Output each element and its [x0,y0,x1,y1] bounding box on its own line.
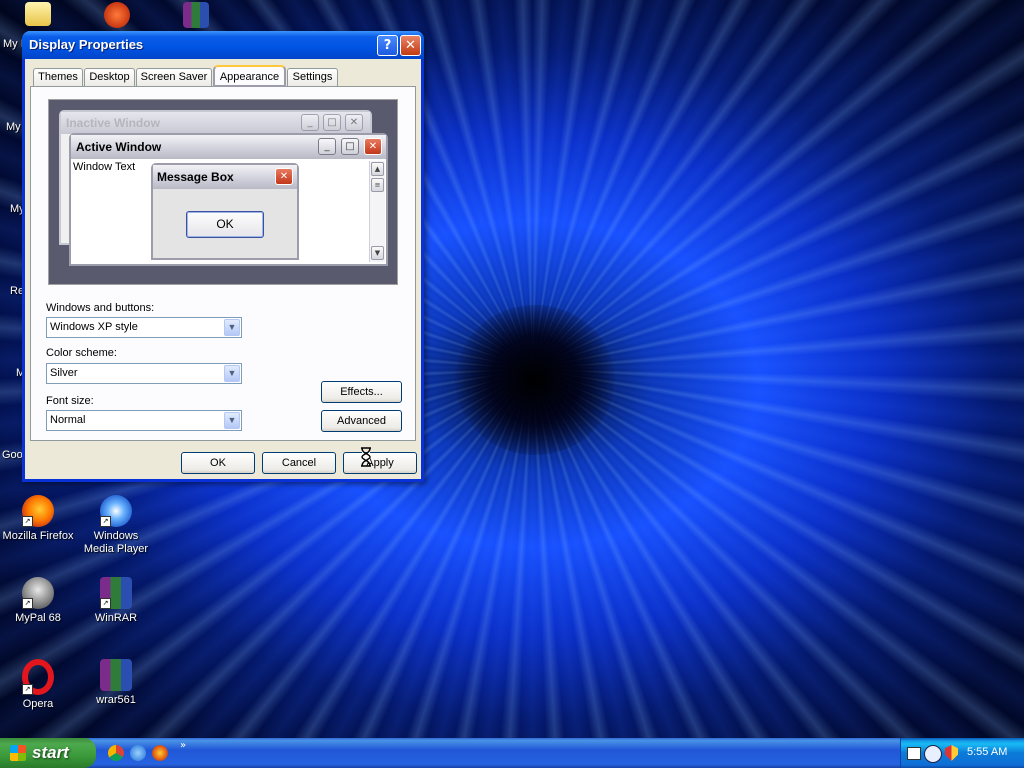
firefox-quicklaunch-icon[interactable] [152,745,168,761]
internet-explorer-icon[interactable] [130,745,146,761]
chevron-down-icon[interactable]: ▼ [224,412,240,429]
quicklaunch-more-icon[interactable]: » [180,740,186,751]
preview-ok-button: OK [186,211,264,238]
app-icon [104,2,130,28]
desktop-icon-winrar[interactable]: ↗ WinRAR [78,577,154,625]
desktop-icon-label: wrar561 [96,694,136,706]
ok-button[interactable]: OK [181,452,255,474]
shortcut-arrow-icon: ↗ [22,684,33,695]
tab-appearance[interactable]: Appearance [213,65,286,87]
dialog-titlebar[interactable]: Display Properties ? ✕ [22,31,424,59]
cancel-button[interactable]: Cancel [262,452,336,474]
close-icon: ✕ [345,114,363,131]
desktop-icon-label: WinRAR [94,612,138,624]
desktop-icon-label-partial[interactable]: My I [3,38,24,50]
preview-message-box: Message Box ✕ OK [151,163,299,260]
desktop-icon-mypal[interactable]: ↗ MyPal 68 [0,577,76,625]
tab-desktop[interactable]: Desktop [84,68,135,86]
my-documents-icon[interactable] [0,2,76,29]
color-scheme-select[interactable]: Silver ▼ [46,363,242,384]
start-label: start [32,743,69,762]
close-icon: ✕ [275,168,293,185]
windows-buttons-value: Windows XP style [50,321,138,333]
dialog-title: Display Properties [29,37,144,52]
desktop-icon-wrar561[interactable]: wrar561 [78,659,154,707]
apply-button[interactable]: Apply [343,452,417,474]
desktop-icon-label: Windows Media Player [83,530,149,555]
archive-icon [183,2,209,28]
shortcut-arrow-icon: ↗ [22,598,33,609]
desktop-icon-media-player[interactable]: ↗ Windows Media Player [78,495,154,556]
appearance-preview: Inactive Window _ □ ✕ Active Window _ □ … [48,99,398,285]
media-player-icon: ↗ [100,495,132,527]
scroll-thumb: ≡ [371,178,384,192]
tab-settings[interactable]: Settings [287,68,338,86]
desktop-icon-label: MyPal 68 [15,612,61,624]
desktop-icon-firefox[interactable]: ↗ Mozilla Firefox [0,495,76,543]
wallpaper-center [455,305,615,455]
taskbar: start » 5:55 AM [0,738,1024,768]
preview-scrollbar: ▲ ≡ ▼ [369,161,385,262]
desktop-app-icon[interactable] [79,2,155,31]
desktop-icon-label-partial[interactable]: Goo [2,449,23,461]
windows-flag-icon [10,745,26,761]
archive-icon: ↗ [100,577,132,609]
font-size-select[interactable]: Normal ▼ [46,410,242,431]
font-size-label: Font size: [46,395,94,407]
windows-buttons-label: Windows and buttons: [46,302,155,314]
winrar-top-icon[interactable] [158,2,234,31]
archive-icon [100,659,132,691]
minimize-icon: _ [318,138,336,155]
advanced-button[interactable]: Advanced [321,410,402,432]
desktop-icon-label: Mozilla Firefox [2,530,74,542]
close-button[interactable]: ✕ [400,35,421,56]
tab-themes[interactable]: Themes [33,68,83,86]
opera-icon: ↗ [22,659,54,695]
font-size-value: Normal [50,414,86,426]
show-hidden-icons-icon[interactable] [924,745,942,763]
start-button[interactable]: start [0,738,96,768]
scroll-down-icon: ▼ [371,246,384,260]
preview-active-title: Active Window [71,135,386,159]
scroll-up-icon: ▲ [371,162,384,176]
desktop-icon-label: Opera [22,698,54,710]
maximize-icon: □ [341,138,359,155]
system-tray: 5:55 AM [900,738,1024,768]
display-properties-dialog: Display Properties ? ✕ Themes Desktop Sc… [22,31,424,482]
tab-screen-saver[interactable]: Screen Saver [136,68,212,86]
raccoon-icon: ↗ [22,577,54,609]
minimize-icon: _ [301,114,319,131]
preview-active-window: Active Window _ □ ✕ Window Text ▲ ≡ ▼ Me… [69,133,388,266]
preview-window-text: Window Text [73,161,136,173]
folder-icon [25,2,51,26]
close-icon: ✕ [364,138,382,155]
taskbar-clock[interactable]: 5:55 AM [967,746,1007,758]
desktop-icon-label-partial[interactable]: My [6,121,21,133]
effects-button[interactable]: Effects... [321,381,402,403]
help-button[interactable]: ? [377,35,398,56]
keyboard-icon[interactable] [907,747,921,760]
appearance-panel: Inactive Window _ □ ✕ Active Window _ □ … [30,86,416,441]
color-scheme-value: Silver [50,367,78,379]
shortcut-arrow-icon: ↗ [100,516,111,527]
color-scheme-label: Color scheme: [46,347,117,359]
chevron-down-icon[interactable]: ▼ [224,365,240,382]
shortcut-arrow-icon: ↗ [100,598,111,609]
chrome-icon[interactable] [108,745,124,761]
maximize-icon: □ [323,114,341,131]
hourglass-cursor-icon [360,447,372,467]
windows-buttons-select[interactable]: Windows XP style ▼ [46,317,242,338]
chevron-down-icon[interactable]: ▼ [224,319,240,336]
firefox-icon: ↗ [22,495,54,527]
shortcut-arrow-icon: ↗ [22,516,33,527]
security-shield-icon[interactable] [945,745,958,761]
desktop-icon-opera[interactable]: ↗ Opera [0,659,76,711]
